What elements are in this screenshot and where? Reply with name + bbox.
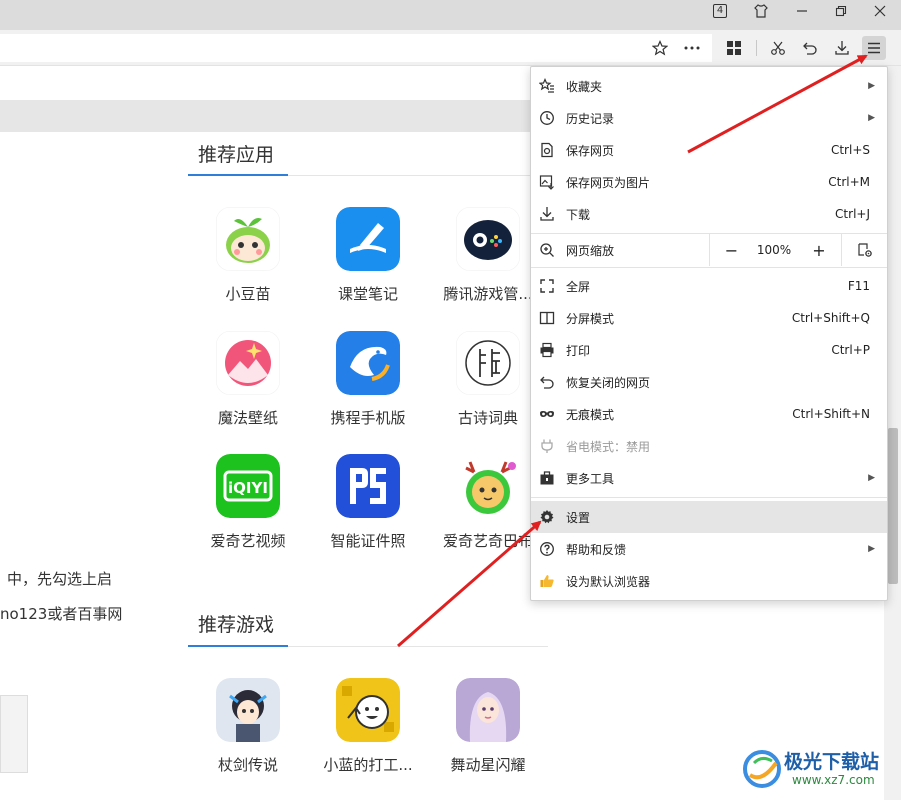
watermark-logo-icon — [743, 750, 781, 788]
annotation-arrows — [397, 54, 868, 648]
arrow-to-menu-button — [687, 54, 868, 154]
watermark: 极光下载站 www.xz7.com — [742, 747, 892, 793]
watermark-title: 极光下载站 — [784, 751, 880, 773]
arrow-to-settings — [397, 520, 542, 648]
watermark-url: www.xz7.com — [792, 773, 875, 787]
